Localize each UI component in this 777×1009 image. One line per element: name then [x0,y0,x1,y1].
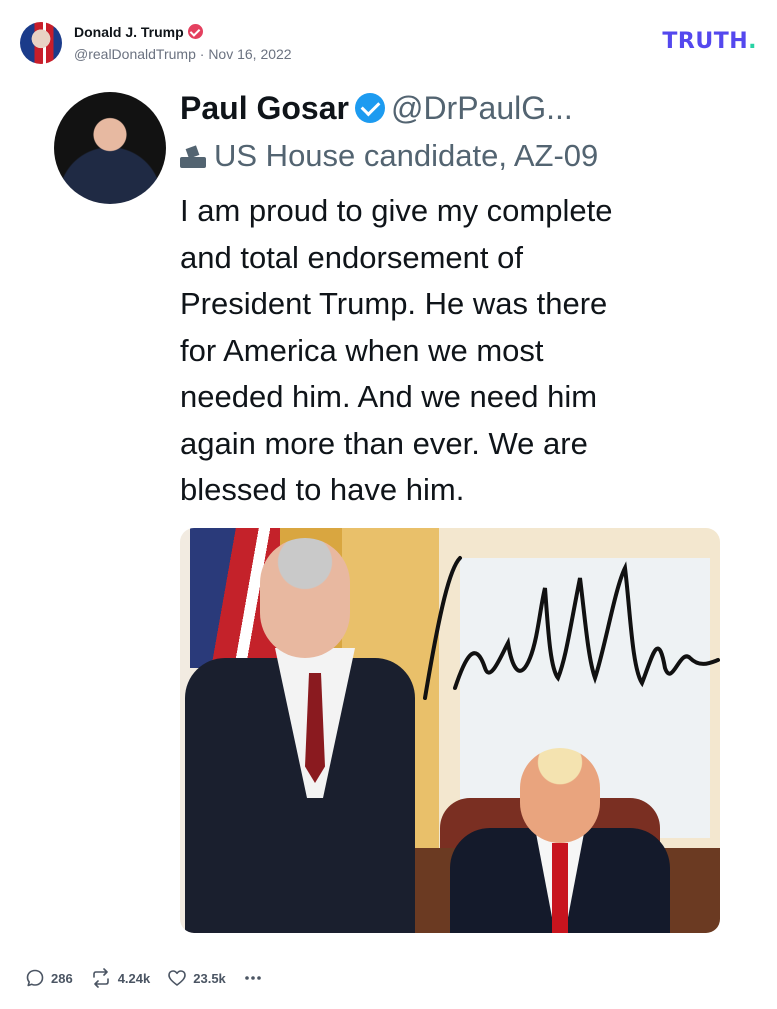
tweet-text-line: again more than ever. We are [180,425,588,461]
embedded-tweet-screenshot[interactable]: Paul Gosar @DrPaulG... US House candidate… [40,78,740,948]
truth-social-logo[interactable]: TRUTH. [662,29,757,54]
logo-dot: . [748,29,757,54]
seated-person-head [520,748,600,843]
handwritten-signature [423,556,720,700]
tweet-text-line: President Trump. He was there [180,286,608,321]
tweet-author-avatar [54,92,166,204]
retruth-count: 4.24k [117,970,151,986]
tweet-photo [180,528,720,933]
post-meta: @realDonaldTrump · Nov 16, 2022 [74,46,292,62]
standing-person-head [260,538,350,658]
reply-icon [26,969,44,987]
tweet-label-text: US House candidate, AZ-09 [214,138,599,173]
tweet-author-row: Paul Gosar @DrPaulG... [180,90,573,127]
like-icon [168,970,187,986]
verified-badge-icon [187,24,203,39]
more-icon [244,976,261,980]
tweet-author-handle: @DrPaulG... [390,90,573,126]
author-name-row[interactable]: Donald J. Trump [74,24,203,40]
seated-person-tie [552,843,568,933]
more-options-button[interactable] [243,968,263,988]
author-handle[interactable]: @realDonaldTrump [74,46,196,62]
post-date[interactable]: Nov 16, 2022 [208,46,291,62]
ballot-box-icon [180,146,206,168]
reply-count: 286 [51,970,73,986]
reply-button[interactable]: 286 [25,968,73,988]
meta-separator: · [199,46,205,62]
tweet-text-line: I am proud to give my complete [180,193,613,228]
retruth-button[interactable]: 4.24k [90,968,151,988]
tweet-author-name: Paul Gosar [180,90,349,126]
tweet-text-line: blessed to have him. [180,472,465,507]
author-name[interactable]: Donald J. Trump [74,24,184,40]
logo-text: TRUTH [662,29,749,54]
post-header: Donald J. Trump @realDonaldTrump · Nov 1… [20,18,757,68]
like-count: 23.5k [193,970,226,986]
like-button[interactable]: 23.5k [167,968,226,988]
retruth-icon [92,968,109,988]
tweet-text: I am proud to give my complete and total… [180,188,720,514]
tweet-text-line: for America when we most [180,332,544,368]
tweet-verified-icon [354,93,385,123]
author-avatar[interactable] [20,22,62,64]
post-action-bar: 286 4.24k 23.5k [25,966,280,990]
tweet-text-line: needed him. And we need him [180,379,598,414]
tweet-text-line: and total endorsement of [180,239,523,275]
tweet-account-label: US House candidate, AZ-09 [180,138,598,174]
